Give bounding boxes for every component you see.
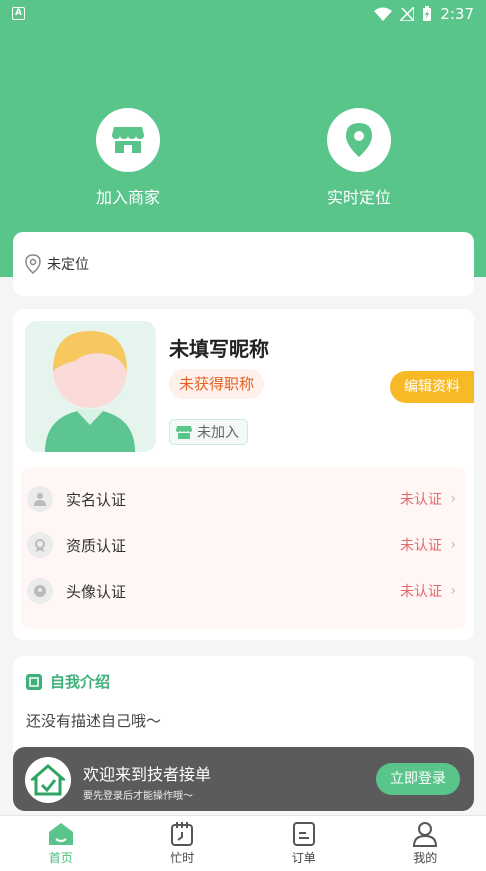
title-badge: 未获得职称 bbox=[169, 369, 265, 399]
chevron-right-icon: › bbox=[450, 491, 456, 507]
book-icon bbox=[26, 673, 42, 690]
avatar-cert-icon bbox=[27, 578, 53, 604]
tab-label: 忙时 bbox=[170, 851, 195, 865]
cert-status: 未认证 bbox=[400, 538, 442, 554]
intro-title-text: 自我介绍 bbox=[50, 673, 111, 691]
app-logo-icon bbox=[25, 757, 71, 803]
user-icon bbox=[27, 486, 53, 512]
tab-label: 首页 bbox=[48, 851, 73, 865]
realtime-location-label: 实时定位 bbox=[326, 188, 391, 207]
intro-text: 还没有描述自己哦～ bbox=[26, 712, 162, 730]
shop-icon bbox=[96, 108, 160, 172]
cert-label: 实名认证 bbox=[66, 490, 127, 509]
join-merchant-button[interactable]: 加入商家 bbox=[68, 108, 188, 208]
bottom-tab-bar: 首页 忙时 订单 我的 bbox=[0, 815, 486, 871]
order-document-icon bbox=[292, 822, 315, 846]
login-button[interactable]: 立即登录 bbox=[376, 763, 460, 795]
home-icon bbox=[48, 823, 73, 845]
nickname: 未填写昵称 bbox=[169, 337, 269, 361]
login-prompt: 欢迎来到技者接单 要先登录后才能操作哦～ 立即登录 bbox=[13, 747, 474, 811]
location-text: 未定位 bbox=[47, 257, 89, 273]
tab-orders[interactable]: 订单 bbox=[243, 816, 365, 871]
profile-card: 未填写昵称 未获得职称 未加入 编辑资料 实名认证 未认证 › 资质认证 未认证… bbox=[13, 309, 474, 640]
intro-title: 自我介绍 bbox=[26, 671, 110, 692]
certification-list: 实名认证 未认证 › 资质认证 未认证 › 头像认证 未认证 › bbox=[21, 467, 466, 629]
chevron-right-icon: › bbox=[450, 583, 456, 599]
login-prompt-subtitle: 要先登录后才能操作哦～ bbox=[83, 791, 193, 802]
cert-status: 未认证 bbox=[400, 584, 442, 600]
cert-row-avatar[interactable]: 头像认证 未认证 › bbox=[21, 568, 466, 614]
join-merchant-label: 加入商家 bbox=[95, 188, 160, 207]
realtime-location-button[interactable]: 实时定位 bbox=[299, 108, 419, 208]
calendar-clock-icon bbox=[171, 822, 194, 846]
location-outline-icon bbox=[25, 254, 41, 274]
chevron-right-icon: › bbox=[450, 537, 456, 553]
join-status-label: 未加入 bbox=[197, 425, 239, 441]
edit-profile-button[interactable]: 编辑资料 bbox=[390, 371, 474, 403]
battery-icon bbox=[423, 6, 432, 21]
status-bar: A 2:37 bbox=[0, 0, 486, 28]
cert-row-qualification[interactable]: 资质认证 未认证 › bbox=[21, 522, 466, 568]
tab-mine[interactable]: 我的 bbox=[365, 816, 486, 871]
cert-status: 未认证 bbox=[400, 492, 442, 508]
location-pin-icon bbox=[327, 108, 391, 172]
location-bar[interactable]: 未定位 bbox=[13, 232, 474, 296]
cert-label: 头像认证 bbox=[66, 582, 127, 601]
qualification-icon bbox=[27, 532, 53, 558]
person-icon bbox=[413, 822, 438, 847]
tab-home[interactable]: 首页 bbox=[0, 816, 122, 871]
tab-label: 订单 bbox=[291, 851, 316, 865]
join-status-tag: 未加入 bbox=[169, 419, 248, 445]
no-signal-icon bbox=[400, 7, 415, 21]
cert-label: 资质认证 bbox=[66, 536, 127, 555]
shop-small-icon bbox=[176, 426, 192, 439]
tab-label: 我的 bbox=[413, 851, 438, 865]
avatar[interactable] bbox=[25, 321, 156, 452]
cert-row-realname[interactable]: 实名认证 未认证 › bbox=[21, 476, 466, 522]
wifi-icon bbox=[374, 7, 393, 21]
app-notification-icon: A bbox=[12, 7, 25, 20]
login-prompt-title: 欢迎来到技者接单 bbox=[83, 765, 212, 784]
tab-busy-time[interactable]: 忙时 bbox=[122, 816, 244, 871]
clock: 2:37 bbox=[440, 5, 474, 23]
